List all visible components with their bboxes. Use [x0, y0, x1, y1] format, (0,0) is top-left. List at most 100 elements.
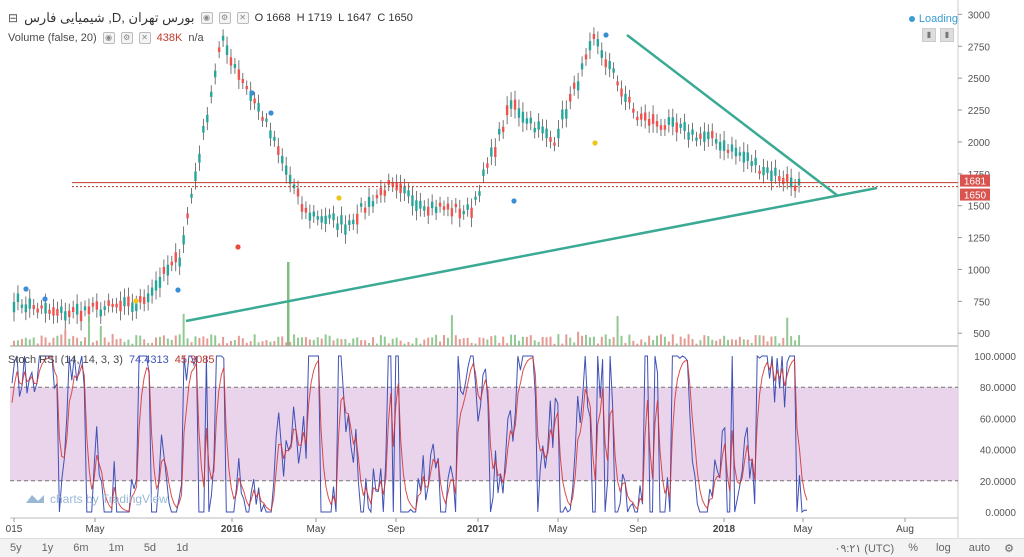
candle-body	[237, 69, 241, 80]
interval-5d[interactable]: 5d	[134, 542, 166, 554]
candle-body	[553, 142, 556, 146]
volume-bar	[529, 335, 532, 346]
candle-body	[359, 203, 363, 207]
volume-bar	[656, 335, 659, 346]
candle-body	[352, 219, 355, 225]
candle-body	[79, 310, 83, 322]
volume-bar	[198, 337, 201, 346]
price-tick-label: 2000	[968, 138, 991, 149]
candle-body	[24, 304, 28, 313]
volume-bar	[545, 337, 548, 346]
main-legend: ⊟ شیمیایی فارس ,D, بورس تهران ◉ ⚙ ✕ O 16…	[8, 10, 413, 26]
eye-icon[interactable]: ◉	[102, 32, 115, 44]
candle-body	[221, 35, 225, 41]
candle-body	[135, 303, 138, 312]
volume-bar	[68, 338, 71, 346]
collapse-icon[interactable]: ⊟	[8, 11, 18, 25]
volume-bar	[592, 336, 595, 346]
candle-body	[87, 306, 91, 315]
candle-body	[746, 152, 749, 161]
settings-gear-icon[interactable]: ⚙	[1004, 542, 1014, 555]
volume-bar	[399, 340, 402, 346]
volume-bar	[719, 339, 722, 346]
candle-body	[498, 128, 501, 135]
candle-body	[714, 139, 718, 144]
event-marker	[133, 298, 139, 304]
candle-body	[213, 70, 217, 78]
candle-body	[683, 122, 686, 131]
volume-bar	[222, 337, 225, 346]
close-icon[interactable]: ✕	[138, 32, 151, 44]
candle-body	[572, 82, 576, 89]
settings-icon[interactable]: ⚙	[218, 12, 231, 24]
candle-body	[434, 206, 438, 213]
volume-bar	[798, 335, 801, 346]
volume-bar	[95, 340, 98, 346]
volume-bar	[557, 334, 560, 346]
event-marker	[235, 244, 241, 250]
scale-log-button[interactable]: log	[936, 542, 951, 555]
eye-icon[interactable]: ◉	[200, 12, 213, 24]
volume-bar	[269, 341, 272, 346]
interval-1d[interactable]: 1d	[166, 542, 198, 554]
candle-body	[107, 300, 110, 306]
candle-body	[300, 204, 304, 212]
interval-6m[interactable]: 6m	[63, 542, 98, 554]
chart-canvas[interactable]: 3000275025002250200017501500125010007505…	[0, 0, 1024, 538]
time-axis-label: Sep	[387, 524, 405, 535]
volume-bar	[782, 337, 785, 346]
candle-body	[561, 109, 564, 120]
candle-body	[210, 91, 213, 97]
volume-bar	[730, 339, 733, 346]
pane-restore-icon[interactable]: ▮	[922, 28, 936, 42]
time-axis-label: Aug	[896, 524, 914, 535]
volume-bar	[525, 336, 528, 346]
candle-body	[403, 186, 406, 194]
settings-icon[interactable]: ⚙	[120, 32, 133, 44]
volume-bar	[44, 337, 47, 346]
interval-1y[interactable]: 1y	[32, 542, 64, 554]
candle-body	[533, 127, 536, 133]
candle-body	[142, 296, 146, 304]
resistance-trendline	[626, 34, 839, 197]
volume-na: n/a	[188, 32, 204, 44]
event-marker	[268, 110, 274, 116]
volume-bar	[734, 339, 737, 346]
candle-body	[478, 191, 481, 196]
candle-body	[83, 306, 87, 311]
scale-auto-button[interactable]: auto	[969, 542, 990, 555]
volume-bar	[261, 341, 264, 346]
candle-body	[766, 167, 769, 173]
scale-percent-button[interactable]: %	[908, 542, 918, 555]
volume-bar	[707, 335, 710, 346]
volume-bar	[470, 342, 473, 346]
volume-bar	[371, 337, 374, 346]
volume-bar	[742, 339, 745, 346]
volume-bar	[273, 341, 276, 346]
candle-body	[438, 202, 442, 207]
volume-bar	[577, 331, 580, 346]
candle-body	[517, 108, 521, 118]
rsi-tick-label: 20.0000	[980, 477, 1017, 488]
volume-bar	[604, 334, 607, 346]
candle-body	[348, 220, 351, 225]
volume-bar	[636, 343, 639, 346]
pane-maximize-icon[interactable]: ▮	[940, 28, 954, 42]
candle-body	[738, 152, 742, 156]
volume-bar	[233, 340, 236, 346]
volume-bar	[746, 339, 749, 346]
time-axis-label: 2017	[467, 524, 490, 535]
interval-1m[interactable]: 1m	[99, 542, 134, 554]
volume-bar	[194, 336, 197, 346]
volume-bar	[628, 334, 631, 346]
close-icon[interactable]: ✕	[236, 12, 249, 24]
candle-body	[770, 170, 773, 182]
volume-bar	[281, 336, 284, 346]
candle-body	[612, 68, 615, 73]
volume-bar	[364, 340, 367, 346]
candle-body	[139, 296, 142, 303]
volume-bar	[588, 337, 591, 346]
volume-bar	[439, 341, 442, 346]
volume-bar	[87, 316, 90, 346]
interval-5y[interactable]: 5y	[0, 542, 32, 554]
